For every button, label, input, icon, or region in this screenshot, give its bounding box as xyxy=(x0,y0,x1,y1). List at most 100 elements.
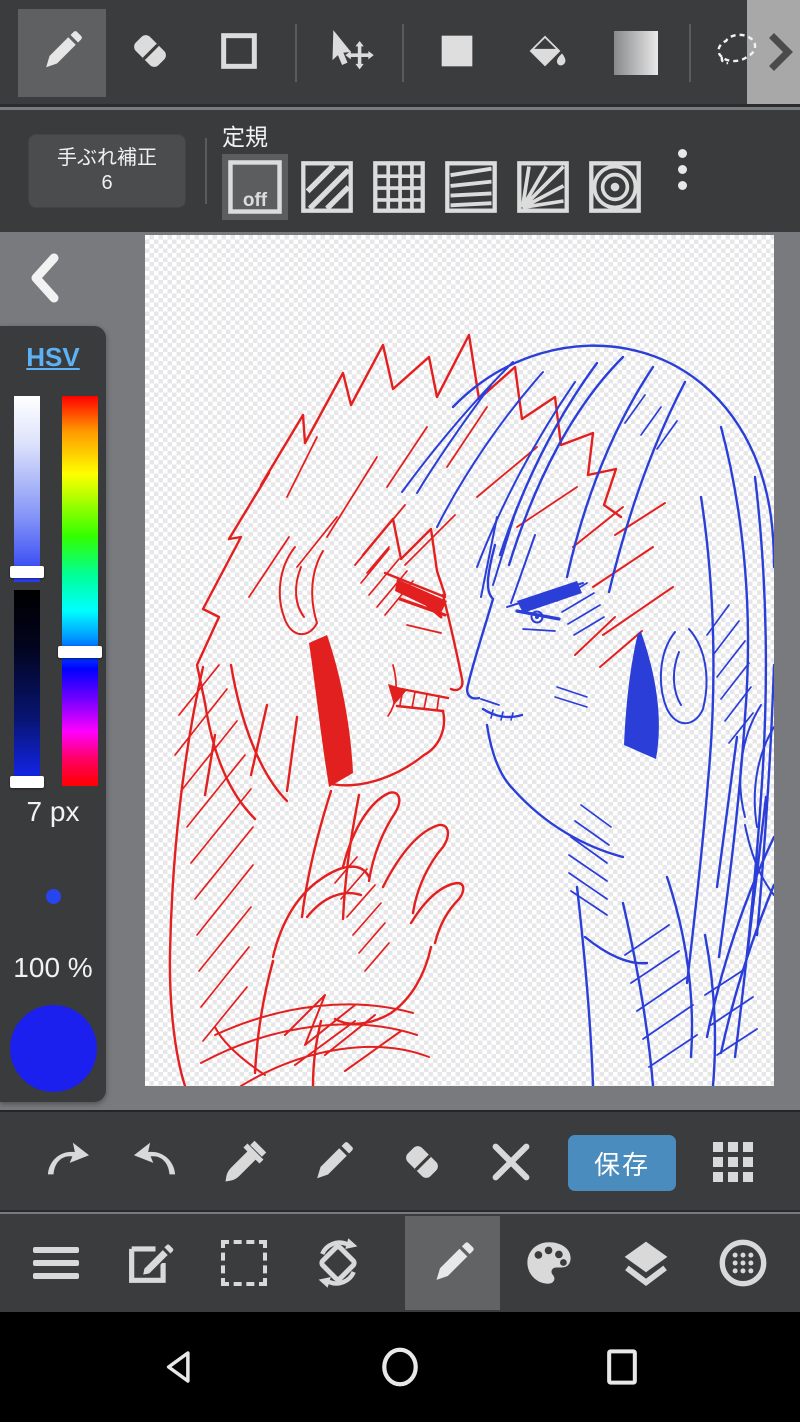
pen-icon xyxy=(37,26,87,81)
tool-transform-move-button[interactable] xyxy=(306,9,394,97)
gradient-square-icon xyxy=(614,31,658,75)
paint-bucket-icon xyxy=(520,26,570,81)
main-toolbar xyxy=(0,1214,800,1312)
android-recents-button[interactable] xyxy=(597,1342,647,1392)
ruler-concentric-icon xyxy=(589,161,641,213)
select-button[interactable] xyxy=(196,1216,291,1310)
ruler-label: 定規 xyxy=(222,124,268,150)
tool-bucket-fill-button[interactable] xyxy=(501,9,589,97)
value-handle[interactable] xyxy=(10,776,44,788)
more-dots-icon xyxy=(678,149,687,158)
lasso-icon xyxy=(708,29,762,78)
ruler-rays-icon xyxy=(517,161,569,213)
pen-tool-button[interactable] xyxy=(301,1130,365,1194)
pen-mode-button[interactable] xyxy=(405,1216,500,1310)
stabilization-value: 6 xyxy=(101,172,113,194)
tool-fill-rect-button[interactable] xyxy=(413,9,501,97)
chevron-right-icon xyxy=(769,33,793,71)
value-slider[interactable] xyxy=(14,590,40,786)
redo-icon xyxy=(133,1142,176,1175)
edit-compose-icon xyxy=(128,1244,173,1283)
palette-button[interactable] xyxy=(501,1216,596,1310)
layers-icon xyxy=(624,1241,667,1287)
svg-text:off: off xyxy=(243,190,268,211)
eyedropper-icon xyxy=(225,1140,267,1182)
ruler-rays-button[interactable] xyxy=(510,154,576,220)
back-button[interactable] xyxy=(22,250,70,306)
rectangle-outline-icon xyxy=(216,28,262,79)
undo-icon xyxy=(47,1142,90,1175)
current-color-swatch[interactable] xyxy=(10,1005,97,1092)
clear-button[interactable] xyxy=(479,1130,543,1194)
sketch-red-figure xyxy=(168,333,674,1088)
stabilization-button[interactable]: 手ぶれ補正 6 xyxy=(28,134,186,208)
android-home-button[interactable] xyxy=(375,1342,425,1392)
screentone-icon xyxy=(719,1239,766,1287)
pen-icon xyxy=(436,1242,474,1280)
rotate-canvas-icon xyxy=(318,1238,357,1288)
pen-icon xyxy=(317,1142,353,1179)
edit-button[interactable] xyxy=(101,1216,196,1310)
android-back-button[interactable] xyxy=(155,1342,205,1392)
ruler-off-button[interactable]: off xyxy=(222,154,288,220)
saturation-slider[interactable] xyxy=(14,396,40,582)
app-screen: 手ぶれ補正 6 定規 off HSV 7 px 100 % 保存 xyxy=(0,0,800,1422)
tool-pen-button[interactable] xyxy=(18,9,106,97)
brush-size-slider-thumb[interactable] xyxy=(46,889,61,904)
material-button[interactable] xyxy=(695,1216,790,1310)
tool-gradient-button[interactable] xyxy=(592,9,680,97)
hamburger-icon xyxy=(32,1240,79,1286)
ruler-horizontal-icon xyxy=(445,161,497,213)
close-x-icon xyxy=(492,1143,530,1181)
drawing-canvas[interactable] xyxy=(145,235,776,1088)
ruler-grid-icon xyxy=(373,161,425,213)
grid-menu-icon xyxy=(713,1142,753,1182)
tool-toolbar xyxy=(0,0,800,107)
tool-lasso-button[interactable] xyxy=(700,9,770,97)
saturation-handle[interactable] xyxy=(10,566,44,578)
eraser-tool-button[interactable] xyxy=(390,1130,454,1194)
menu-grid-button[interactable] xyxy=(701,1130,765,1194)
opacity-label: 100 % xyxy=(13,952,93,983)
eraser-icon xyxy=(126,27,174,80)
palette-icon xyxy=(526,1242,571,1284)
ruler-off-icon: off xyxy=(228,160,282,214)
tool-shape-rect-button[interactable] xyxy=(195,9,283,97)
android-back-icon xyxy=(166,1351,190,1383)
ruler-parallel-button[interactable] xyxy=(294,154,360,220)
move-cursor-icon xyxy=(325,26,375,81)
android-navbar xyxy=(0,1312,800,1422)
hsv-mode-tab[interactable]: HSV xyxy=(0,342,106,373)
hue-handle[interactable] xyxy=(58,646,102,658)
canvas-sketch xyxy=(168,333,776,1088)
back-chevron-icon xyxy=(31,253,59,303)
selection-marquee-icon xyxy=(220,1240,267,1286)
save-button[interactable]: 保存 xyxy=(568,1135,676,1191)
ruler-concentric-button[interactable] xyxy=(582,154,648,220)
canvas-workspace: HSV 7 px 100 % xyxy=(0,232,800,1110)
color-panel: HSV 7 px 100 % xyxy=(0,326,106,1102)
menu-button[interactable] xyxy=(8,1216,103,1310)
hue-slider[interactable] xyxy=(62,396,98,786)
toolbar-divider xyxy=(402,24,404,82)
layers-button[interactable] xyxy=(598,1216,693,1310)
toolbar-divider xyxy=(689,24,691,82)
undo-button[interactable] xyxy=(35,1130,99,1194)
save-label: 保存 xyxy=(593,1149,650,1180)
filled-square-icon xyxy=(434,28,480,79)
stabilization-label: 手ぶれ補正 xyxy=(57,147,157,169)
action-toolbar: 保存 xyxy=(0,1110,800,1212)
rotate-button[interactable] xyxy=(290,1216,385,1310)
eyedropper-button[interactable] xyxy=(213,1130,277,1194)
ruler-horizontal-button[interactable] xyxy=(438,154,504,220)
android-recents-icon xyxy=(607,1349,637,1385)
ruler-parallel-icon xyxy=(301,161,353,213)
ruler-divider xyxy=(205,138,207,204)
redo-button[interactable] xyxy=(124,1130,188,1194)
android-home-icon xyxy=(382,1347,418,1387)
ruler-more-button[interactable] xyxy=(678,142,687,197)
tool-eraser-button[interactable] xyxy=(106,9,194,97)
toolbar-divider xyxy=(295,24,297,82)
sketch-blue-figure xyxy=(401,344,776,1088)
ruler-grid-button[interactable] xyxy=(366,154,432,220)
